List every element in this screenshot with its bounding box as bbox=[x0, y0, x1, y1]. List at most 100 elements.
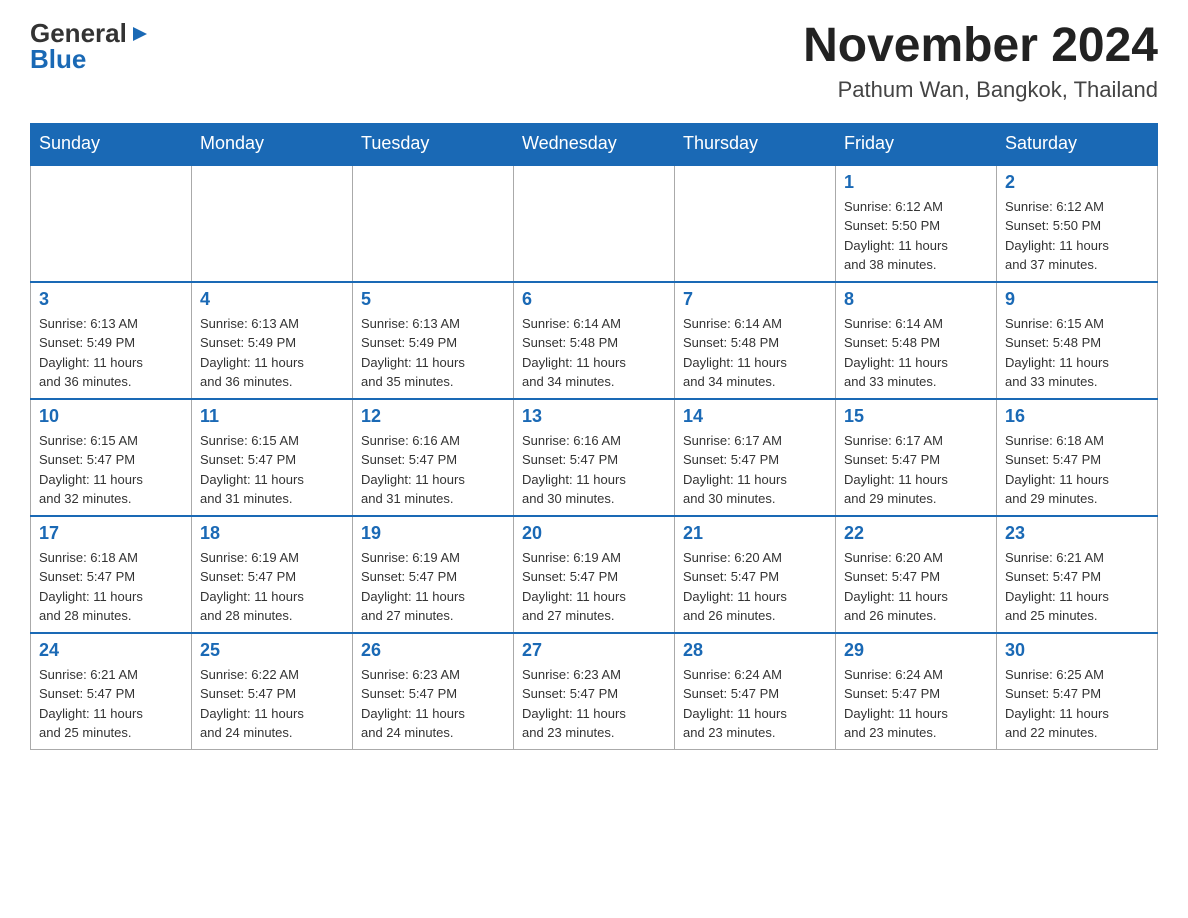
calendar-cell: 14 Sunrise: 6:17 AM Sunset: 5:47 PM Dayli… bbox=[675, 399, 836, 516]
day-info: Sunrise: 6:18 AM Sunset: 5:47 PM Dayligh… bbox=[1005, 431, 1149, 509]
day-number: 21 bbox=[683, 523, 827, 544]
day-info: Sunrise: 6:15 AM Sunset: 5:47 PM Dayligh… bbox=[39, 431, 183, 509]
calendar-cell: 15 Sunrise: 6:17 AM Sunset: 5:47 PM Dayli… bbox=[836, 399, 997, 516]
logo-blue: Blue bbox=[30, 46, 86, 72]
day-info: Sunrise: 6:14 AM Sunset: 5:48 PM Dayligh… bbox=[844, 314, 988, 392]
day-info: Sunrise: 6:21 AM Sunset: 5:47 PM Dayligh… bbox=[39, 665, 183, 743]
calendar-cell: 1Sunrise: 6:12 AM Sunset: 5:50 PM Daylig… bbox=[836, 165, 997, 282]
calendar-week-row: 10 Sunrise: 6:15 AM Sunset: 5:47 PM Dayli… bbox=[31, 399, 1158, 516]
calendar-cell: 25 Sunrise: 6:22 AM Sunset: 5:47 PM Dayli… bbox=[192, 633, 353, 750]
day-info: Sunrise: 6:20 AM Sunset: 5:47 PM Dayligh… bbox=[683, 548, 827, 626]
day-info: Sunrise: 6:12 AM Sunset: 5:50 PM Dayligh… bbox=[1005, 197, 1149, 275]
calendar-cell: 2 Sunrise: 6:12 AM Sunset: 5:50 PM Daylig… bbox=[997, 165, 1158, 282]
day-number: 25 bbox=[200, 640, 344, 661]
day-number: 6 bbox=[522, 289, 666, 310]
month-title: November 2024 bbox=[803, 20, 1158, 73]
day-info: Sunrise: 6:22 AM Sunset: 5:47 PM Dayligh… bbox=[200, 665, 344, 743]
day-info: Sunrise: 6:16 AM Sunset: 5:47 PM Dayligh… bbox=[361, 431, 505, 509]
calendar-cell: 8 Sunrise: 6:14 AM Sunset: 5:48 PM Daylig… bbox=[836, 282, 997, 399]
calendar-cell: 18 Sunrise: 6:19 AM Sunset: 5:47 PM Dayli… bbox=[192, 516, 353, 633]
day-number: 7 bbox=[683, 289, 827, 310]
calendar-cell: 22 Sunrise: 6:20 AM Sunset: 5:47 PM Dayli… bbox=[836, 516, 997, 633]
day-info: Sunrise: 6:17 AM Sunset: 5:47 PM Dayligh… bbox=[683, 431, 827, 509]
day-number: 10 bbox=[39, 406, 183, 427]
calendar-cell bbox=[31, 165, 192, 282]
calendar-cell: 23Sunrise: 6:21 AM Sunset: 5:47 PM Dayli… bbox=[997, 516, 1158, 633]
column-header-wednesday: Wednesday bbox=[514, 123, 675, 165]
title-area: November 2024 Pathum Wan, Bangkok, Thail… bbox=[803, 20, 1158, 103]
calendar-header-row: SundayMondayTuesdayWednesdayThursdayFrid… bbox=[31, 123, 1158, 165]
day-number: 2 bbox=[1005, 172, 1149, 193]
logo-general: General bbox=[30, 20, 127, 46]
calendar-cell: 10 Sunrise: 6:15 AM Sunset: 5:47 PM Dayli… bbox=[31, 399, 192, 516]
column-header-friday: Friday bbox=[836, 123, 997, 165]
day-number: 12 bbox=[361, 406, 505, 427]
calendar-cell bbox=[192, 165, 353, 282]
day-number: 20 bbox=[522, 523, 666, 544]
day-info: Sunrise: 6:14 AM Sunset: 5:48 PM Dayligh… bbox=[683, 314, 827, 392]
calendar-cell: 9 Sunrise: 6:15 AM Sunset: 5:48 PM Daylig… bbox=[997, 282, 1158, 399]
day-number: 24 bbox=[39, 640, 183, 661]
calendar-cell: 21 Sunrise: 6:20 AM Sunset: 5:47 PM Dayli… bbox=[675, 516, 836, 633]
calendar-cell: 7 Sunrise: 6:14 AM Sunset: 5:48 PM Daylig… bbox=[675, 282, 836, 399]
calendar-cell: 6 Sunrise: 6:14 AM Sunset: 5:48 PM Daylig… bbox=[514, 282, 675, 399]
calendar-cell: 12 Sunrise: 6:16 AM Sunset: 5:47 PM Dayli… bbox=[353, 399, 514, 516]
day-number: 18 bbox=[200, 523, 344, 544]
calendar-week-row: 1 Sunrise: 6:12 AM Sunset: 5:50 PM Daylig… bbox=[31, 165, 1158, 282]
day-info: Sunrise: 6:23 AM Sunset: 5:47 PM Dayligh… bbox=[361, 665, 505, 743]
day-info: Sunrise: 6:14 AM Sunset: 5:48 PM Dayligh… bbox=[522, 314, 666, 392]
column-header-tuesday: Tuesday bbox=[353, 123, 514, 165]
calendar-cell: 24 Sunrise: 6:21 AM Sunset: 5:47 PM Dayli… bbox=[31, 633, 192, 750]
column-header-saturday: Saturday bbox=[997, 123, 1158, 165]
day-info: Sunrise: 6:15 AM Sunset: 5:47 PM Dayligh… bbox=[200, 431, 344, 509]
day-number: 11 bbox=[200, 406, 344, 427]
day-info: Sunrise: 6:17 AM Sunset: 5:47 PM Dayligh… bbox=[844, 431, 988, 509]
day-number: 4 bbox=[200, 289, 344, 310]
calendar-table: SundayMondayTuesdayWednesdayThursdayFrid… bbox=[30, 123, 1158, 750]
calendar-cell: 11 Sunrise: 6:15 AM Sunset: 5:47 PM Dayli… bbox=[192, 399, 353, 516]
day-number: 26 bbox=[361, 640, 505, 661]
calendar-cell: 28 Sunrise: 6:24 AM Sunset: 5:47 PM Dayli… bbox=[675, 633, 836, 750]
calendar-cell: 30Sunrise: 6:25 AM Sunset: 5:47 PM Dayli… bbox=[997, 633, 1158, 750]
day-info: Sunrise: 6:13 AM Sunset: 5:49 PM Dayligh… bbox=[361, 314, 505, 392]
day-number: 22 bbox=[844, 523, 988, 544]
column-header-monday: Monday bbox=[192, 123, 353, 165]
location-title: Pathum Wan, Bangkok, Thailand bbox=[803, 77, 1158, 103]
day-info: Sunrise: 6:19 AM Sunset: 5:47 PM Dayligh… bbox=[200, 548, 344, 626]
calendar-cell: 20Sunrise: 6:19 AM Sunset: 5:47 PM Dayli… bbox=[514, 516, 675, 633]
day-number: 3 bbox=[39, 289, 183, 310]
day-number: 15 bbox=[844, 406, 988, 427]
day-info: Sunrise: 6:20 AM Sunset: 5:47 PM Dayligh… bbox=[844, 548, 988, 626]
calendar-week-row: 3 Sunrise: 6:13 AM Sunset: 5:49 PM Daylig… bbox=[31, 282, 1158, 399]
day-number: 28 bbox=[683, 640, 827, 661]
calendar-cell: 26 Sunrise: 6:23 AM Sunset: 5:47 PM Dayli… bbox=[353, 633, 514, 750]
calendar-cell bbox=[514, 165, 675, 282]
day-number: 1 bbox=[844, 172, 988, 193]
day-info: Sunrise: 6:18 AM Sunset: 5:47 PM Dayligh… bbox=[39, 548, 183, 626]
calendar-cell: 3 Sunrise: 6:13 AM Sunset: 5:49 PM Daylig… bbox=[31, 282, 192, 399]
day-info: Sunrise: 6:13 AM Sunset: 5:49 PM Dayligh… bbox=[200, 314, 344, 392]
calendar-week-row: 17 Sunrise: 6:18 AM Sunset: 5:47 PM Dayli… bbox=[31, 516, 1158, 633]
day-info: Sunrise: 6:24 AM Sunset: 5:47 PM Dayligh… bbox=[844, 665, 988, 743]
day-number: 13 bbox=[522, 406, 666, 427]
day-number: 19 bbox=[361, 523, 505, 544]
page-header: General Blue November 2024 Pathum Wan, B… bbox=[30, 20, 1158, 103]
day-info: Sunrise: 6:15 AM Sunset: 5:48 PM Dayligh… bbox=[1005, 314, 1149, 392]
day-info: Sunrise: 6:23 AM Sunset: 5:47 PM Dayligh… bbox=[522, 665, 666, 743]
day-number: 14 bbox=[683, 406, 827, 427]
calendar-cell bbox=[353, 165, 514, 282]
day-number: 27 bbox=[522, 640, 666, 661]
day-number: 29 bbox=[844, 640, 988, 661]
day-info: Sunrise: 6:24 AM Sunset: 5:47 PM Dayligh… bbox=[683, 665, 827, 743]
calendar-cell: 5Sunrise: 6:13 AM Sunset: 5:49 PM Daylig… bbox=[353, 282, 514, 399]
calendar-cell: 29 Sunrise: 6:24 AM Sunset: 5:47 PM Dayli… bbox=[836, 633, 997, 750]
day-number: 9 bbox=[1005, 289, 1149, 310]
day-number: 16 bbox=[1005, 406, 1149, 427]
day-info: Sunrise: 6:21 AM Sunset: 5:47 PM Dayligh… bbox=[1005, 548, 1149, 626]
day-number: 8 bbox=[844, 289, 988, 310]
day-info: Sunrise: 6:13 AM Sunset: 5:49 PM Dayligh… bbox=[39, 314, 183, 392]
calendar-cell: 27 Sunrise: 6:23 AM Sunset: 5:47 PM Dayli… bbox=[514, 633, 675, 750]
day-number: 17 bbox=[39, 523, 183, 544]
calendar-cell: 17 Sunrise: 6:18 AM Sunset: 5:47 PM Dayli… bbox=[31, 516, 192, 633]
day-info: Sunrise: 6:25 AM Sunset: 5:47 PM Dayligh… bbox=[1005, 665, 1149, 743]
